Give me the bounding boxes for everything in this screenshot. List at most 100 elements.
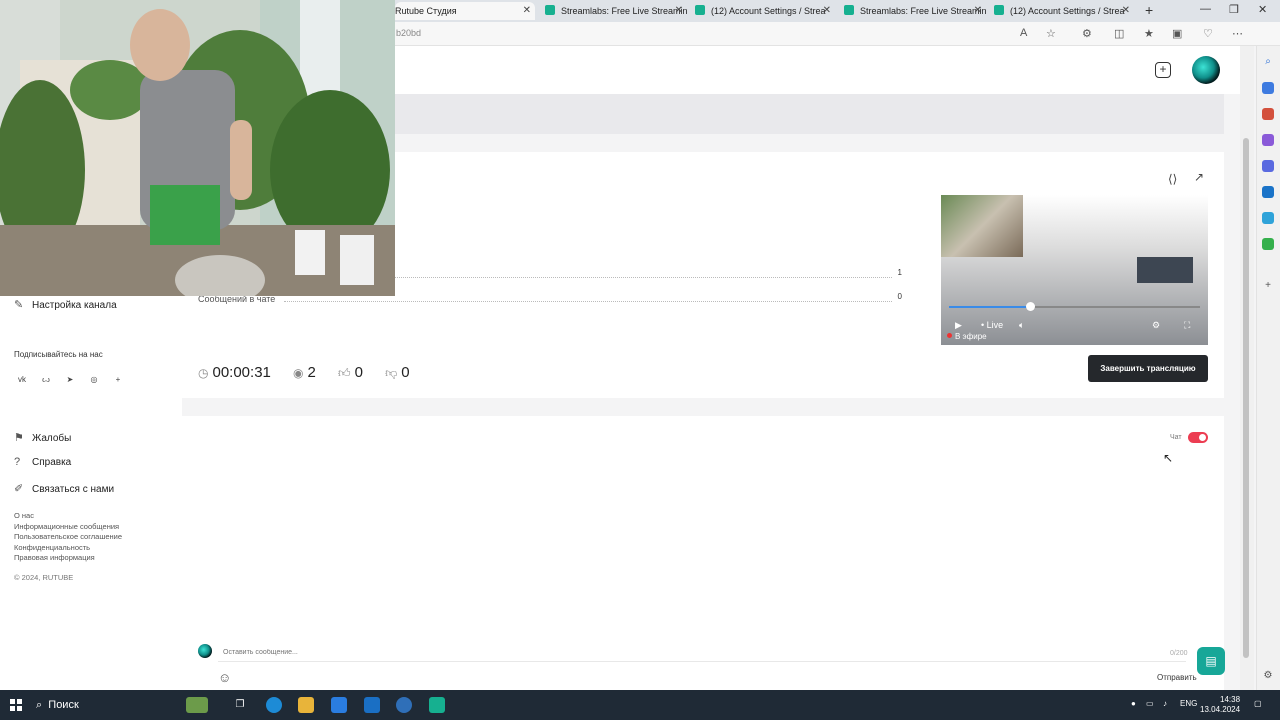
chat-bubble-icon[interactable]: ▤ (1197, 647, 1225, 675)
likes-value: 0 (354, 364, 363, 381)
collections-icon[interactable]: ▣ (1172, 27, 1182, 40)
notifications-icon[interactable]: ▢ (1254, 699, 1262, 708)
search-icon[interactable]: ⌕ (1262, 56, 1274, 68)
games-icon[interactable] (1262, 238, 1274, 250)
volume-icon[interactable]: 🔈︎ (1019, 320, 1024, 331)
taskbar-clock[interactable]: 14:38 13.04.2024 (1200, 695, 1240, 715)
toolbox-icon[interactable] (1262, 108, 1274, 120)
network-icon[interactable]: ▭ (1146, 699, 1154, 708)
chat-toggle-label: Чат (1170, 434, 1182, 441)
people-icon[interactable] (1262, 134, 1274, 146)
sidebar-settings-icon[interactable]: ⚙ (1262, 670, 1274, 682)
browser-essentials-icon[interactable]: ♡ (1203, 27, 1213, 40)
send-button[interactable]: Отправить (1157, 673, 1197, 682)
nav-help[interactable]: ? Справка (14, 456, 71, 468)
question-icon: ? (14, 456, 21, 468)
nav-complaints[interactable]: ⚑ Жалобы (14, 431, 71, 444)
stream-preview-player[interactable]: ▶ • Live 🔈︎ ⚙ ⛶ В эфире (941, 195, 1208, 345)
windows-start-icon[interactable] (10, 699, 22, 711)
nav-channel-settings[interactable]: ✎ Настройка канала (14, 298, 117, 311)
widgets-icon[interactable] (186, 697, 208, 713)
tab-close-icon[interactable]: ✕ (675, 2, 683, 20)
tab-close-icon[interactable]: ✕ (823, 2, 831, 20)
mouse-cursor-icon: ↖ (1163, 451, 1174, 465)
mic-icon[interactable]: ● (1131, 699, 1136, 708)
tab-close-icon[interactable]: ✕ (974, 2, 982, 20)
window-close-icon[interactable]: ✕ (1258, 3, 1267, 16)
viewers-icon: ◉ (293, 366, 304, 380)
copilot-icon[interactable] (1262, 160, 1274, 172)
thumbs-up-icon: 👍︎ (338, 366, 351, 380)
duration-value: 00:00:31 (212, 364, 271, 381)
telegram-icon[interactable]: ➤ (62, 372, 78, 388)
seek-knob[interactable] (1026, 302, 1035, 311)
send-icon[interactable] (1262, 212, 1274, 224)
tab-close-icon[interactable]: ✕ (1122, 2, 1130, 20)
viewers-value: 2 (307, 364, 316, 381)
split-screen-icon[interactable]: ◫ (1114, 27, 1124, 40)
tab-account-settings-2[interactable]: (12) Account Settings / Strea ✕ (994, 2, 1130, 20)
tab-account-settings-1[interactable]: (12) Account Settings / Strea ✕ (695, 2, 831, 20)
preview-popup (1137, 257, 1193, 283)
outlook-icon[interactable] (1262, 186, 1274, 198)
emoji-icon[interactable]: ☺ (218, 670, 231, 685)
more-menu-icon[interactable]: ⋯ (1232, 27, 1243, 40)
vk-icon[interactable]: vk (14, 372, 30, 388)
volume-icon[interactable]: ♪ (1163, 699, 1167, 708)
open-external-icon[interactable]: ↗ (1194, 170, 1204, 184)
tab-streamlabs-2[interactable]: Streamlabs: Free Live Streamin ✕ (844, 2, 987, 20)
footer-link-info-messages[interactable]: Информационные сообщения (14, 522, 122, 533)
restore-icon[interactable]: ❐ (1229, 3, 1239, 16)
url-text[interactable]: b20bd (396, 28, 421, 38)
magic-wand-icon: ✎ (14, 299, 24, 311)
add-sidebar-app-icon[interactable]: + (1262, 280, 1274, 292)
viewers-counter: ◉ 2 (293, 364, 316, 381)
footer-link-privacy[interactable]: Конфиденциальность (14, 543, 122, 554)
minimize-icon[interactable]: — (1200, 3, 1211, 15)
favorite-star-icon[interactable]: ☆ (1046, 27, 1056, 40)
ok-icon[interactable]: ꙍ (38, 372, 54, 388)
end-broadcast-button[interactable]: Завершить трансляцию (1088, 355, 1208, 382)
preview-webcam-frame (941, 195, 1023, 257)
pencil-icon: ✐ (14, 483, 24, 495)
footer-link-legal[interactable]: Правовая информация (14, 553, 122, 564)
tab-title: Rutube Студия (395, 6, 457, 16)
extensions-icon[interactable]: ⚙ (1082, 27, 1092, 40)
fullscreen-icon[interactable]: ⛶ (1184, 320, 1190, 331)
chat-message-input[interactable] (218, 644, 1186, 662)
share-icon[interactable]: ⟨⟩ (1168, 172, 1177, 186)
play-icon[interactable]: ▶ (955, 320, 962, 331)
tab-rutube-studio[interactable]: Rutube Студия ✕ (395, 2, 535, 20)
viber-icon[interactable]: ◎ (86, 372, 102, 388)
read-aloud-icon[interactable]: A (1020, 27, 1027, 39)
settings-gear-icon[interactable]: ⚙ (1152, 320, 1160, 331)
app-icon[interactable] (396, 697, 412, 713)
create-content-icon[interactable]: + (1155, 62, 1171, 78)
user-avatar[interactable] (1192, 56, 1220, 84)
scrollbar-thumb[interactable] (1243, 138, 1249, 658)
language-indicator[interactable]: ENG (1180, 699, 1197, 708)
dislikes-counter: 👎︎ 0 (385, 364, 410, 381)
plus-icon[interactable]: + (110, 372, 126, 388)
tab-title: Streamlabs: Free Live Streamin (860, 6, 987, 16)
chat-toggle[interactable] (1188, 432, 1208, 443)
edge-browser-icon[interactable] (266, 697, 282, 713)
dislikes-value: 0 (401, 364, 410, 381)
chat-user-avatar (198, 644, 212, 658)
streamlabs-icon[interactable] (429, 697, 445, 713)
nav-label: Справка (32, 457, 72, 468)
mail-icon[interactable] (364, 697, 380, 713)
tab-streamlabs-1[interactable]: Streamlabs: Free Live Streamin ✕ (545, 2, 688, 20)
nav-contact[interactable]: ✐ Связаться с нами (14, 482, 114, 495)
footer-link-about[interactable]: О нас (14, 511, 122, 522)
streamlabs-favicon-icon (844, 5, 854, 15)
new-tab-icon[interactable]: + (1145, 2, 1153, 18)
tab-close-icon[interactable]: ✕ (523, 2, 531, 20)
task-view-icon[interactable]: ❐ (232, 697, 248, 713)
microsoft-store-icon[interactable] (331, 697, 347, 713)
footer-link-user-agreement[interactable]: Пользовательское соглашение (14, 532, 122, 543)
broadcast-counters: ◷ 00:00:31 ◉ 2 👍︎ 0 👎︎ 0 (198, 364, 428, 381)
favorites-icon[interactable]: ★ (1144, 27, 1154, 40)
tag-icon[interactable] (1262, 82, 1274, 94)
file-explorer-icon[interactable] (298, 697, 314, 713)
